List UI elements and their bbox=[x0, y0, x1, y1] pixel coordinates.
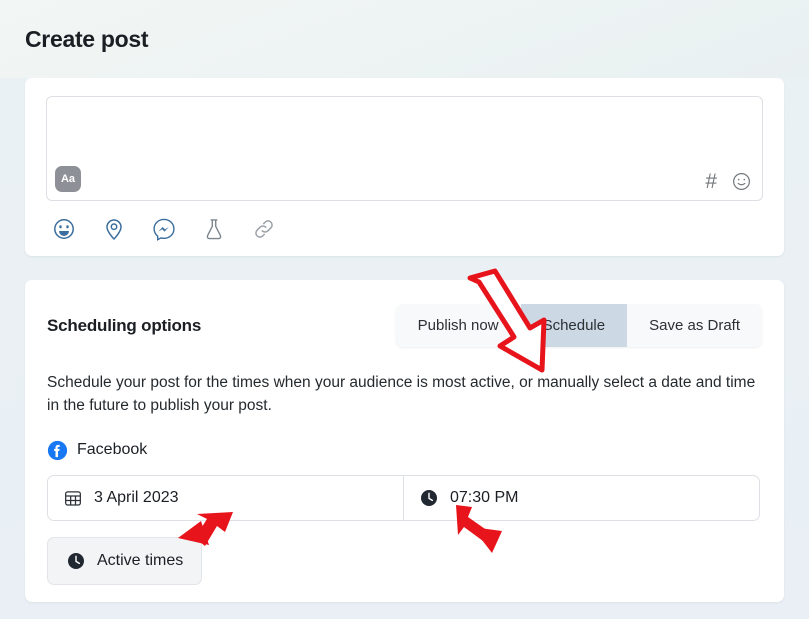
schedule-mode-tabs: Publish now Schedule Save as Draft bbox=[395, 304, 762, 347]
messenger-icon[interactable] bbox=[152, 217, 176, 241]
scheduling-description: Schedule your post for the times when yo… bbox=[47, 374, 756, 415]
scheduling-header: Scheduling options Publish now Schedule … bbox=[47, 304, 762, 347]
tab-schedule[interactable]: Schedule bbox=[520, 304, 628, 347]
scheduling-options-card: Scheduling options Publish now Schedule … bbox=[25, 280, 784, 602]
active-times-label: Active times bbox=[97, 551, 184, 569]
post-text-editor[interactable]: Aa # bbox=[46, 96, 763, 201]
tab-save-as-draft[interactable]: Save as Draft bbox=[627, 304, 762, 347]
composer-toolbar bbox=[46, 201, 763, 241]
network-row-facebook: Facebook bbox=[47, 440, 762, 461]
facebook-logo-icon bbox=[47, 440, 68, 461]
network-label: Facebook bbox=[77, 441, 148, 458]
flask-icon[interactable] bbox=[202, 217, 226, 241]
clock-icon bbox=[419, 488, 439, 508]
schedule-date-field[interactable]: 3 April 2023 bbox=[48, 476, 403, 520]
scheduling-title: Scheduling options bbox=[47, 315, 202, 335]
post-composer-card: Aa # bbox=[25, 78, 784, 256]
page-header: Create post bbox=[0, 0, 809, 78]
location-pin-icon[interactable] bbox=[102, 217, 126, 241]
schedule-datetime-row: 3 April 2023 07:30 PM bbox=[47, 474, 760, 521]
schedule-time-value: 07:30 PM bbox=[450, 488, 519, 506]
hashtag-icon[interactable]: # bbox=[705, 171, 717, 192]
calendar-icon bbox=[63, 488, 83, 508]
clock-icon bbox=[66, 551, 86, 571]
emoji-smile-icon[interactable] bbox=[731, 171, 752, 192]
text-format-icon[interactable]: Aa bbox=[55, 166, 81, 192]
text-format-label: Aa bbox=[60, 173, 76, 185]
link-icon[interactable] bbox=[252, 217, 276, 241]
emoji-icon[interactable] bbox=[52, 217, 76, 241]
page-body: Aa # Scheduling options Publish now Sche… bbox=[0, 78, 809, 619]
tab-publish-now[interactable]: Publish now bbox=[395, 304, 521, 347]
page-title: Create post bbox=[25, 25, 149, 52]
editor-right-icon-group: # bbox=[705, 171, 752, 192]
active-times-button[interactable]: Active times bbox=[47, 536, 203, 585]
schedule-time-field[interactable]: 07:30 PM bbox=[403, 475, 759, 520]
schedule-date-value: 3 April 2023 bbox=[94, 488, 179, 506]
